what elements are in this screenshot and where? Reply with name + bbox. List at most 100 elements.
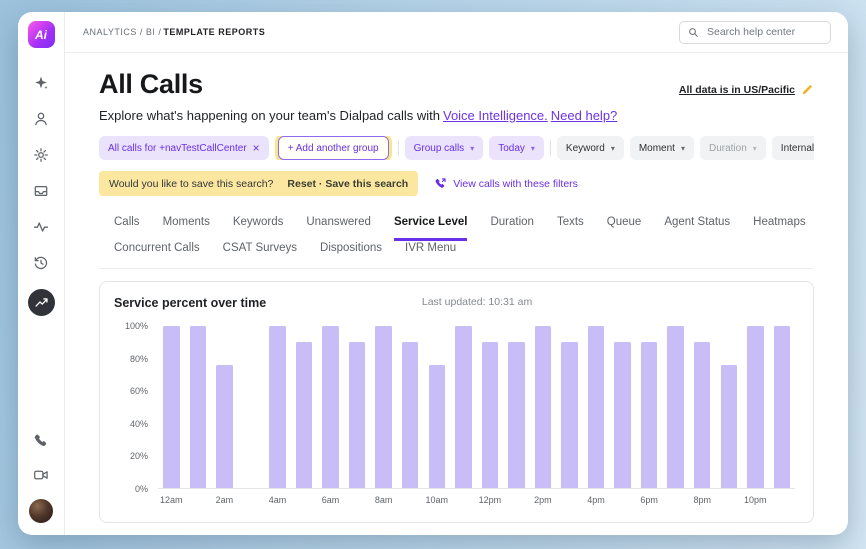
timezone-note: All data is in US/Pacific bbox=[679, 83, 814, 100]
filter-chip-label: Today bbox=[498, 142, 525, 154]
filter-bar: All calls for +navTestCallCenter × + Add a… bbox=[99, 136, 814, 160]
bar-10am[interactable] bbox=[428, 364, 445, 488]
tab-ivr-menu[interactable]: IVR Menu bbox=[405, 241, 456, 268]
filter-chip-add-another-group[interactable]: + Add another group bbox=[277, 136, 389, 160]
bar-12am[interactable] bbox=[163, 326, 180, 488]
tab-agent-status[interactable]: Agent Status bbox=[664, 208, 730, 241]
bar-slot bbox=[397, 326, 424, 488]
search-icon bbox=[689, 27, 698, 37]
app-sidebar: Ai bbox=[18, 12, 65, 535]
bar-10pm[interactable] bbox=[747, 326, 764, 488]
breadcrumb-path[interactable]: ANALYTICS / BI / bbox=[83, 27, 161, 37]
bar-4pm[interactable] bbox=[587, 326, 605, 488]
x-axis-label: 12pm bbox=[478, 495, 502, 505]
bar-11am[interactable] bbox=[455, 326, 472, 488]
bar-slot: 2am bbox=[211, 326, 238, 505]
voice-intelligence-link[interactable]: Voice Intelligence. bbox=[443, 108, 548, 123]
pulse-icon[interactable] bbox=[31, 217, 51, 237]
bar-slot: 6pm bbox=[636, 326, 663, 505]
save-search-banner: Would you like to save this search? Rese… bbox=[99, 171, 419, 196]
tab-queue[interactable]: Queue bbox=[607, 208, 642, 241]
filter-chip-internal-and-external[interactable]: Internal and External▾ bbox=[771, 136, 814, 160]
ai-sparkle-icon[interactable] bbox=[31, 73, 51, 93]
bar-slot: 6am bbox=[317, 326, 344, 505]
help-search-input[interactable] bbox=[705, 25, 822, 39]
tab-calls[interactable]: Calls bbox=[114, 208, 140, 241]
tab-concurrent-calls[interactable]: Concurrent Calls bbox=[114, 241, 200, 268]
timezone-link[interactable]: All data is in US/Pacific bbox=[679, 84, 795, 96]
dialpad-ai-logo[interactable]: Ai bbox=[27, 21, 55, 48]
y-axis-label: 20% bbox=[129, 451, 148, 462]
tab-csat-surveys[interactable]: CSAT Surveys bbox=[223, 241, 297, 268]
bar-1pm[interactable] bbox=[508, 342, 525, 488]
x-axis-label: 6am bbox=[321, 495, 340, 505]
tab-texts[interactable]: Texts bbox=[557, 208, 584, 241]
tab-moments[interactable]: Moments bbox=[163, 208, 210, 241]
y-axis-label: 60% bbox=[129, 386, 148, 397]
bar-7pm[interactable] bbox=[667, 326, 684, 488]
view-calls-link[interactable]: View calls with these filters bbox=[434, 177, 578, 190]
filter-chip-group-calls[interactable]: Group calls ▾ bbox=[404, 136, 484, 160]
bar-8pm[interactable] bbox=[693, 342, 711, 488]
bar-1am[interactable] bbox=[189, 326, 207, 488]
bar-slot bbox=[344, 326, 371, 488]
bar-6pm[interactable] bbox=[640, 342, 658, 488]
bar-7am[interactable] bbox=[348, 342, 366, 488]
tabs-row-1: Calls Moments Keywords Unanswered Service Le… bbox=[114, 208, 814, 241]
bar-slot bbox=[662, 326, 689, 488]
bar-3pm[interactable] bbox=[561, 342, 578, 488]
filter-chip-label: + Add another group bbox=[287, 142, 379, 154]
bar-slot bbox=[609, 326, 636, 488]
bar-4am[interactable] bbox=[269, 326, 286, 488]
tab-service-level[interactable]: Service Level bbox=[393, 208, 468, 241]
edit-pencil-icon[interactable] bbox=[801, 83, 814, 96]
filter-chip-today[interactable]: Today ▾ bbox=[489, 136, 544, 160]
close-icon[interactable]: × bbox=[253, 142, 260, 154]
need-help-link[interactable]: Need help? bbox=[551, 108, 618, 123]
filter-chip-all-calls-for-navtestcallcenter[interactable]: All calls for +navTestCallCenter × bbox=[99, 136, 269, 160]
tab-dispositions[interactable]: Dispositions bbox=[320, 241, 382, 268]
bar-slot: 12pm bbox=[477, 326, 504, 505]
settings-icon[interactable] bbox=[31, 145, 51, 165]
user-avatar[interactable] bbox=[29, 499, 53, 523]
bar-9pm[interactable] bbox=[720, 364, 737, 488]
video-icon[interactable] bbox=[31, 465, 51, 485]
chart-header: Service percent over time Last updated: … bbox=[114, 294, 799, 310]
bar-6am[interactable] bbox=[322, 326, 339, 488]
phone-icon[interactable] bbox=[31, 431, 51, 451]
dialpad-app-window: Ai ANALYTICS / BI /TEMPLATE REPORTS All … bbox=[18, 12, 848, 535]
filter-chip-label: Internal and External bbox=[780, 142, 814, 154]
filter-chip-duration[interactable]: Duration ▾ bbox=[699, 136, 766, 160]
filter-chip-moment[interactable]: Moment ▾ bbox=[629, 136, 694, 160]
x-axis-label: 4am bbox=[268, 495, 287, 505]
bar-9am[interactable] bbox=[401, 342, 419, 488]
page-content: All Calls All data is in US/Pacific Expl… bbox=[65, 53, 848, 535]
page-subtitle: Explore what's happening on your team's … bbox=[99, 108, 814, 123]
save-search-link[interactable]: Save this search bbox=[325, 178, 408, 190]
bar-12pm[interactable] bbox=[481, 342, 499, 488]
bar-5pm[interactable] bbox=[614, 342, 631, 488]
bar-8am[interactable] bbox=[375, 326, 392, 488]
bar-2am[interactable] bbox=[216, 364, 233, 488]
x-axis-label: 6pm bbox=[640, 495, 658, 505]
filter-chip-keyword[interactable]: Keyword ▾ bbox=[556, 136, 624, 160]
bar-2pm[interactable] bbox=[534, 326, 552, 488]
tab-unanswered[interactable]: Unanswered bbox=[306, 208, 371, 241]
bar-11pm[interactable] bbox=[773, 326, 791, 488]
contacts-icon[interactable] bbox=[31, 109, 51, 129]
bar-slot: 4am bbox=[264, 326, 291, 505]
help-search[interactable] bbox=[679, 20, 831, 44]
bar-5am[interactable] bbox=[295, 342, 313, 488]
analytics-icon[interactable] bbox=[27, 289, 55, 316]
history-icon[interactable] bbox=[31, 253, 51, 273]
y-axis-label: 0% bbox=[134, 484, 148, 494]
call-arrow-icon bbox=[435, 178, 446, 188]
tab-duration[interactable]: Duration bbox=[490, 208, 533, 241]
bar-slot: 10pm bbox=[742, 326, 769, 505]
tab-keywords[interactable]: Keywords bbox=[233, 208, 284, 241]
x-axis-label: 2pm bbox=[534, 495, 552, 505]
inbox-icon[interactable] bbox=[31, 181, 51, 201]
reset-link[interactable]: Reset bbox=[287, 178, 316, 190]
tab-heatmaps[interactable]: Heatmaps bbox=[753, 208, 805, 241]
y-axis-label: 80% bbox=[129, 353, 148, 364]
